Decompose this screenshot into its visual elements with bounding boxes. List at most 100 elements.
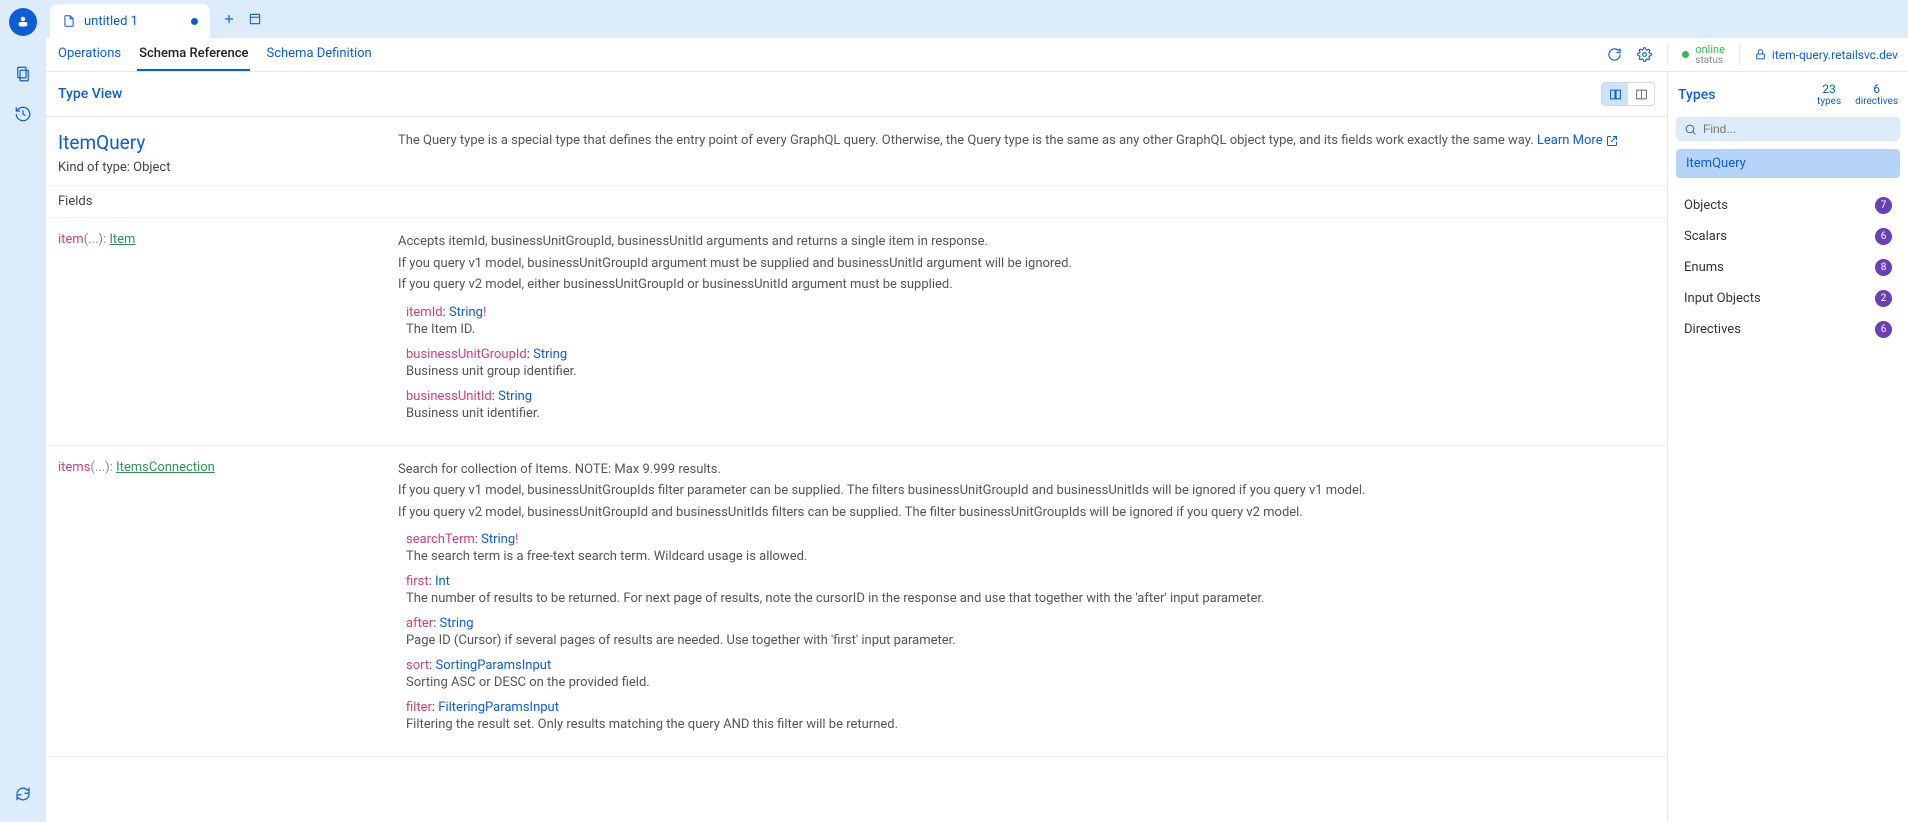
arg-type[interactable]: String xyxy=(449,305,483,320)
view-toggle xyxy=(1601,82,1655,106)
document-icon xyxy=(62,14,76,28)
arg-desc: Business unit identifier. xyxy=(406,406,1655,421)
category-label: Directives xyxy=(1684,322,1741,337)
return-type-link[interactable]: Item xyxy=(109,232,135,247)
arg-desc: The number of results to be returned. Fo… xyxy=(406,591,1655,606)
category-count-badge: 8 xyxy=(1875,259,1892,276)
category-objects[interactable]: Objects 7 xyxy=(1668,190,1908,221)
field-name: items xyxy=(58,460,90,475)
type-item-itemquery[interactable]: ItemQuery xyxy=(1676,149,1900,178)
category-label: Enums xyxy=(1684,260,1724,275)
arg-type[interactable]: String xyxy=(498,389,532,404)
arg-type[interactable]: String xyxy=(533,347,567,362)
argument: first: IntThe number of results to be re… xyxy=(406,574,1655,606)
arg-type[interactable]: SortingParamsInput xyxy=(435,658,551,673)
arg-name: filter xyxy=(406,700,432,715)
category-count-badge: 6 xyxy=(1875,228,1892,245)
refresh-icon[interactable] xyxy=(1607,47,1623,63)
arg-type[interactable]: String xyxy=(481,532,515,547)
tab-schema-definition[interactable]: Schema Definition xyxy=(264,38,373,71)
category-label: Scalars xyxy=(1684,229,1727,244)
return-type-link[interactable]: ItemsConnection xyxy=(116,460,215,475)
types-count: 23types xyxy=(1817,82,1841,107)
arg-desc: Sorting ASC or DESC on the provided fiel… xyxy=(406,675,1655,690)
unsaved-dot-icon xyxy=(191,18,198,25)
arg-name: itemId xyxy=(406,305,443,320)
app-logo xyxy=(9,8,37,36)
category-label: Objects xyxy=(1684,198,1728,213)
argument: sort: SortingParamsInputSorting ASC or D… xyxy=(406,658,1655,690)
tabbar: untitled 1 xyxy=(46,0,1908,38)
field-body: Search for collection of Items. NOTE: Ma… xyxy=(398,460,1655,743)
category-scalars[interactable]: Scalars 6 xyxy=(1668,221,1908,252)
argument: businessUnitId: StringBusiness unit iden… xyxy=(406,389,1655,421)
types-search-input[interactable] xyxy=(1703,122,1892,136)
field-signature: item(...): Item xyxy=(58,232,378,431)
arg-desc: The Item ID. xyxy=(406,322,1655,337)
arg-desc: Filtering the result set. Only results m… xyxy=(406,717,1655,732)
settings-icon[interactable] xyxy=(1637,47,1653,63)
category-input-objects[interactable]: Input Objects 2 xyxy=(1668,283,1908,314)
files-icon[interactable] xyxy=(9,60,37,88)
field-desc-line: Accepts itemId, businessUnitGroupId, bus… xyxy=(398,232,1655,252)
arg-type[interactable]: FilteringParamsInput xyxy=(438,700,559,715)
tab-schema-reference[interactable]: Schema Reference xyxy=(137,38,250,71)
field-signature: items(...): ItemsConnection xyxy=(58,460,378,743)
subheader: Operations Schema Reference Schema Defin… xyxy=(46,38,1908,72)
tab-untitled[interactable]: untitled 1 xyxy=(50,4,210,38)
endpoint-link[interactable]: item-query.retailsvc.dev xyxy=(1754,48,1898,62)
new-tab-button[interactable] xyxy=(222,12,236,26)
type-kind: Kind of type: Object xyxy=(58,160,378,175)
category-enums[interactable]: Enums 8 xyxy=(1668,252,1908,283)
types-pane: Types 23types 6directives ItemQuery Obje… xyxy=(1668,72,1908,822)
arg-name: first xyxy=(406,574,429,589)
status-sublabel: status xyxy=(1695,55,1725,66)
sync-icon[interactable] xyxy=(9,780,37,808)
arg-name: searchTerm xyxy=(406,532,475,547)
field-desc-line: If you query v1 model, businessUnitGroup… xyxy=(398,481,1655,501)
argument: searchTerm: String!The search term is a … xyxy=(406,532,1655,564)
argument: filter: FilteringParamsInputFiltering th… xyxy=(406,700,1655,732)
types-search[interactable] xyxy=(1676,117,1900,141)
arg-type[interactable]: Int xyxy=(435,574,450,589)
learn-more-link[interactable]: Learn More xyxy=(1537,133,1618,148)
field-desc-line: If you query v2 model, either businessUn… xyxy=(398,275,1655,295)
category-directives[interactable]: Directives 6 xyxy=(1668,314,1908,345)
argument: itemId: String!The Item ID. xyxy=(406,305,1655,337)
search-icon xyxy=(1684,123,1697,136)
type-description: The Query type is a special type that de… xyxy=(398,131,1655,175)
directives-count: 6directives xyxy=(1855,82,1898,107)
history-icon[interactable] xyxy=(9,100,37,128)
field-row: item(...): Item Accepts itemId, businessU… xyxy=(46,218,1667,446)
arg-name: businessUnitId xyxy=(406,389,492,404)
status-dot-icon xyxy=(1682,51,1689,58)
arg-name: businessUnitGroupId xyxy=(406,347,527,362)
field-body: Accepts itemId, businessUnitGroupId, bus… xyxy=(398,232,1655,431)
doc-pane: Type View ItemQuery Kind of type: Object xyxy=(46,72,1668,822)
tab-operations[interactable]: Operations xyxy=(56,38,123,71)
field-desc-line: If you query v2 model, businessUnitGroup… xyxy=(398,503,1655,523)
category-count-badge: 2 xyxy=(1875,290,1892,307)
arg-desc: Page ID (Cursor) if several pages of res… xyxy=(406,633,1655,648)
field-name: item xyxy=(58,232,84,247)
category-label: Input Objects xyxy=(1684,291,1761,306)
arg-desc: The search term is a free-text search te… xyxy=(406,549,1655,564)
type-view-label: Type View xyxy=(58,86,122,102)
view-split-button[interactable] xyxy=(1628,83,1654,105)
category-count-badge: 6 xyxy=(1875,321,1892,338)
status-label: online xyxy=(1695,44,1725,55)
argument: businessUnitGroupId: StringBusiness unit… xyxy=(406,347,1655,379)
types-label: Types xyxy=(1678,87,1715,103)
arg-name: after xyxy=(406,616,433,631)
arg-name: sort xyxy=(406,658,429,673)
category-count-badge: 7 xyxy=(1875,197,1892,214)
type-name: ItemQuery xyxy=(58,131,378,154)
arg-desc: Business unit group identifier. xyxy=(406,364,1655,379)
collapse-tabs-icon[interactable] xyxy=(248,12,262,26)
view-columns-button[interactable] xyxy=(1602,83,1628,105)
field-desc-line: Search for collection of Items. NOTE: Ma… xyxy=(398,460,1655,480)
fields-heading: Fields xyxy=(46,186,1667,218)
tab-title: untitled 1 xyxy=(84,14,138,29)
argument: after: StringPage ID (Cursor) if several… xyxy=(406,616,1655,648)
arg-type[interactable]: String xyxy=(440,616,474,631)
